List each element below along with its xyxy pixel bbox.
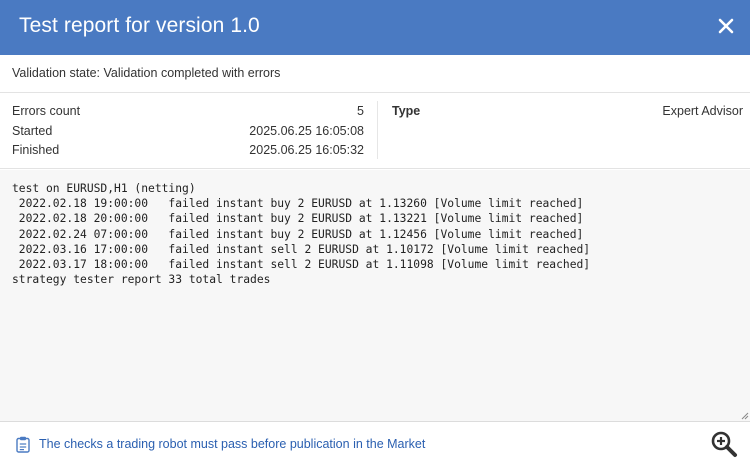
type-label: Type <box>392 104 421 118</box>
started-label: Started <box>12 123 53 138</box>
log-line: 2022.02.18 20:00:00 failed instant buy 2… <box>12 212 584 226</box>
log-line: 2022.02.24 07:00:00 failed instant buy 2… <box>12 227 584 241</box>
summary-stats: Errors count 5 Started 2025.06.25 16:05:… <box>12 104 364 163</box>
test-log[interactable]: test on EURUSD,H1 (netting) 2022.02.18 1… <box>0 170 750 422</box>
market-checks-link[interactable]: The checks a trading robot must pass bef… <box>39 437 425 451</box>
log-line: 2022.02.18 19:00:00 failed instant buy 2… <box>12 197 584 211</box>
finished-label: Finished <box>12 143 60 157</box>
close-icon[interactable] <box>716 16 736 36</box>
dialog-header: Test report for version 1.0 <box>0 0 750 55</box>
type-value: Expert Advisor <box>662 104 743 118</box>
dialog-title: Test report for version 1.0 <box>19 14 260 37</box>
dialog-footer: The checks a trading robot must pass bef… <box>0 422 750 469</box>
errors-count-label: Errors count <box>12 104 81 118</box>
report-summary: Errors count 5 Started 2025.06.25 16:05:… <box>0 93 750 169</box>
log-line: 2022.03.16 17:00:00 failed instant sell … <box>12 242 591 256</box>
errors-count-row: Errors count 5 <box>12 104 364 124</box>
zoom-in-icon[interactable] <box>710 430 738 458</box>
log-line: test on EURUSD,H1 (netting) <box>12 182 196 195</box>
finished-row: Finished 2025.06.25 16:05:32 <box>12 143 364 163</box>
summary-divider <box>377 101 378 159</box>
finished-value: 2025.06.25 16:05:32 <box>249 143 364 157</box>
errors-count-value: 5 <box>357 104 364 118</box>
resize-grip-icon[interactable] <box>741 412 749 420</box>
log-line: 2022.03.17 18:00:00 failed instant sell … <box>12 258 591 272</box>
started-row: Started 2025.06.25 16:05:08 <box>12 124 364 144</box>
clipboard-icon <box>16 436 30 453</box>
started-value: 2025.06.25 16:05:08 <box>249 123 364 138</box>
log-line: strategy tester report 33 total trades <box>12 273 271 287</box>
validation-state: Validation state: Validation completed w… <box>0 55 750 93</box>
